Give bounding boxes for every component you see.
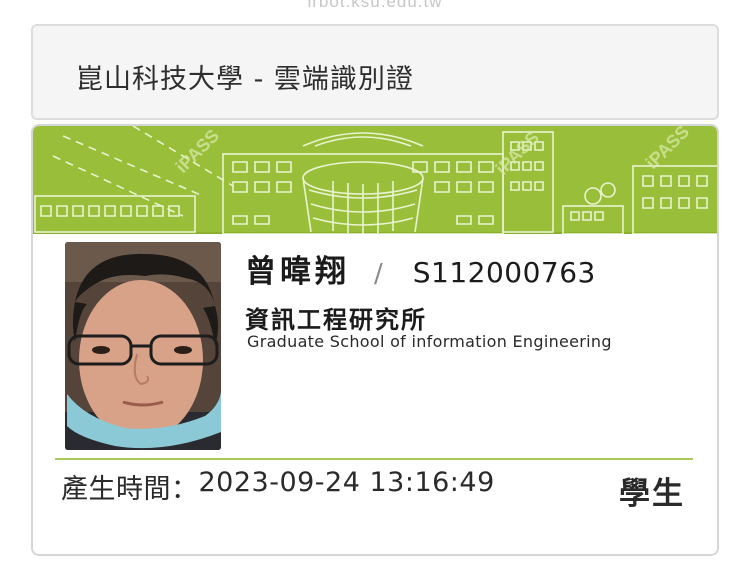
page-title: 崑山科技大學 - 雲端識別證 — [76, 64, 414, 95]
title-card: 崑山科技大學 - 雲端識別證 — [31, 24, 719, 120]
generated-time-label: 產生時間： — [61, 474, 199, 505]
student-id: S112000763 — [412, 256, 596, 289]
student-photo — [65, 242, 221, 450]
student-name: 曾暐翔 — [245, 254, 350, 290]
divider — [55, 458, 693, 460]
department-english: Graduate School of information Engineeri… — [247, 332, 612, 351]
identity-status: 學生 — [619, 476, 685, 512]
campus-illustration: iPASS iPASS iPASS — [34, 126, 717, 234]
department-chinese: 資訊工程研究所 — [245, 306, 427, 334]
browser-url[interactable]: irbot.ksu.edu.tw — [0, 0, 750, 12]
generated-time-value: 2023-09-24 13:16:49 — [198, 467, 495, 498]
generated-time-line: 產生時間： 2023-09-24 13:16:49 — [61, 467, 495, 506]
name-id-separator: / — [374, 259, 383, 289]
ipass-watermark-1: iPASS — [172, 126, 223, 177]
campus-banner: iPASS iPASS iPASS — [33, 126, 717, 234]
student-photo-image — [65, 242, 221, 450]
ipass-watermark-2: iPASS — [492, 127, 543, 178]
name-id-line: 曾暐翔 / S112000763 — [245, 246, 596, 291]
student-id-card: iPASS iPASS iPASS 曾暐翔 / S112000763 資訊工程研… — [31, 124, 719, 556]
